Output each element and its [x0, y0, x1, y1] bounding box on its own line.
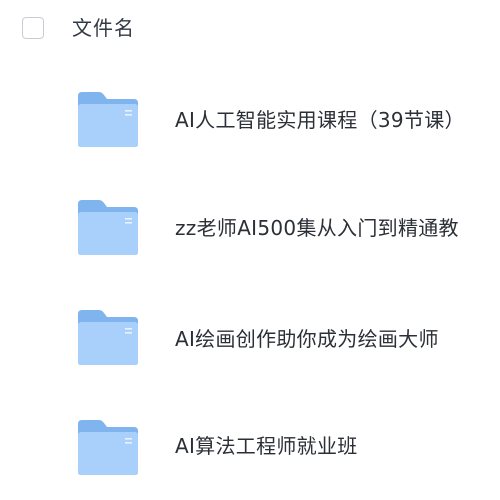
- folder-name[interactable]: AI人工智能实用课程（39节课）: [175, 106, 465, 134]
- column-header-filename[interactable]: 文件名: [72, 14, 135, 42]
- folder-icon: [78, 420, 138, 475]
- file-list-page: 文件名 AI人工智能实用课程（39节课） zz老师AI500集从入门到精通教 A…: [0, 0, 500, 500]
- file-row[interactable]: AI算法工程师就业班: [0, 400, 500, 500]
- file-row[interactable]: AI人工智能实用课程（39节课）: [0, 70, 500, 170]
- file-row[interactable]: AI绘画创作助你成为绘画大师: [0, 290, 500, 390]
- select-all-checkbox[interactable]: [22, 17, 44, 39]
- folder-icon: [78, 310, 138, 365]
- folder-icon: [78, 200, 138, 255]
- list-header: 文件名: [0, 0, 500, 56]
- folder-name[interactable]: zz老师AI500集从入门到精通教: [175, 214, 459, 242]
- file-row[interactable]: zz老师AI500集从入门到精通教: [0, 180, 500, 280]
- folder-icon: [78, 92, 138, 147]
- folder-name[interactable]: AI绘画创作助你成为绘画大师: [175, 325, 439, 353]
- folder-name[interactable]: AI算法工程师就业班: [175, 432, 358, 460]
